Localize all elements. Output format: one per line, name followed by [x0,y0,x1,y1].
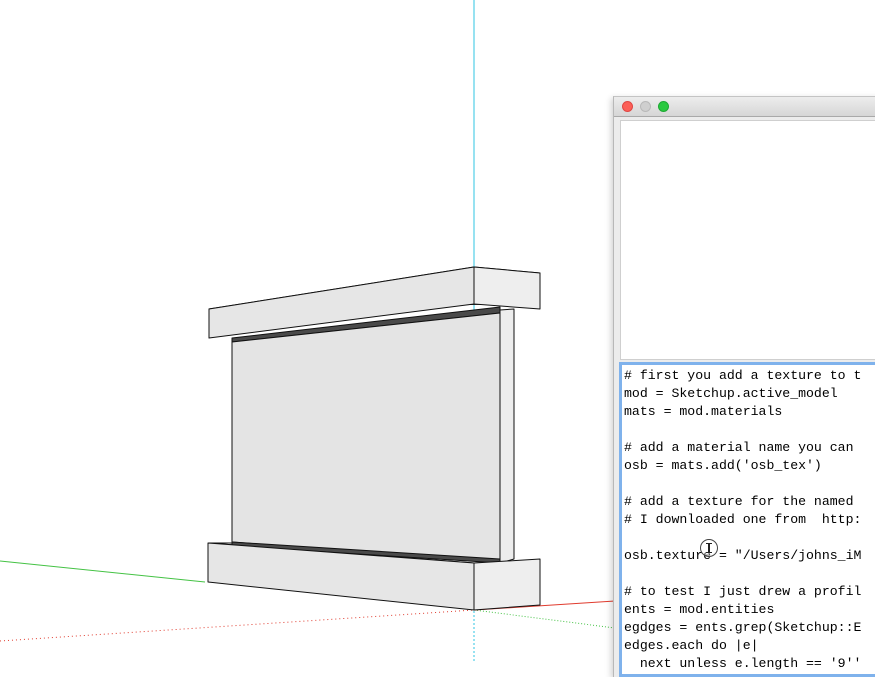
code-line: mats = mod.materials [624,404,783,419]
code-line: edges.each do |e| [624,638,759,653]
console-output-pane[interactable] [620,120,875,360]
code-line: # I downloaded one from http: [624,512,862,527]
code-editor[interactable]: # first you add a texture to t mod = Sket… [619,362,875,677]
code-line: # to test I just drew a profil [624,584,862,599]
code-line: osb.texture = "/Users/johns_iM [624,548,862,563]
green-axis-solid [0,560,206,583]
code-line: # add a material name you can [624,440,854,455]
top-flange-side-face [473,266,541,310]
green-axis-dotted [473,609,616,629]
code-line: # add a texture for the named [624,494,854,509]
code-line: mod = Sketchup.active_model [624,386,838,401]
close-window-button[interactable] [622,101,633,112]
web-side-face [499,308,515,564]
red-axis-dotted [0,609,475,642]
code-line: next unless e.length == '9'' [624,656,862,671]
web-front-face [231,312,501,564]
code-text[interactable]: # first you add a texture to t mod = Sket… [622,365,875,673]
code-line: osb = mats.add('osb_tex') [624,458,822,473]
code-line: # first you add a texture to t [624,368,862,383]
i-beam-model[interactable] [207,266,541,611]
bottom-flange-side-face [473,558,541,611]
window-titlebar[interactable] [614,97,875,117]
zoom-window-button[interactable] [658,101,669,112]
code-line: egdges = ents.grep(Sketchup::E [624,620,862,635]
ruby-console-window[interactable]: # first you add a texture to t mod = Sket… [613,96,875,677]
code-line: ents = mod.entities [624,602,775,617]
minimize-window-button[interactable] [640,101,651,112]
text-cursor-icon [700,539,718,557]
